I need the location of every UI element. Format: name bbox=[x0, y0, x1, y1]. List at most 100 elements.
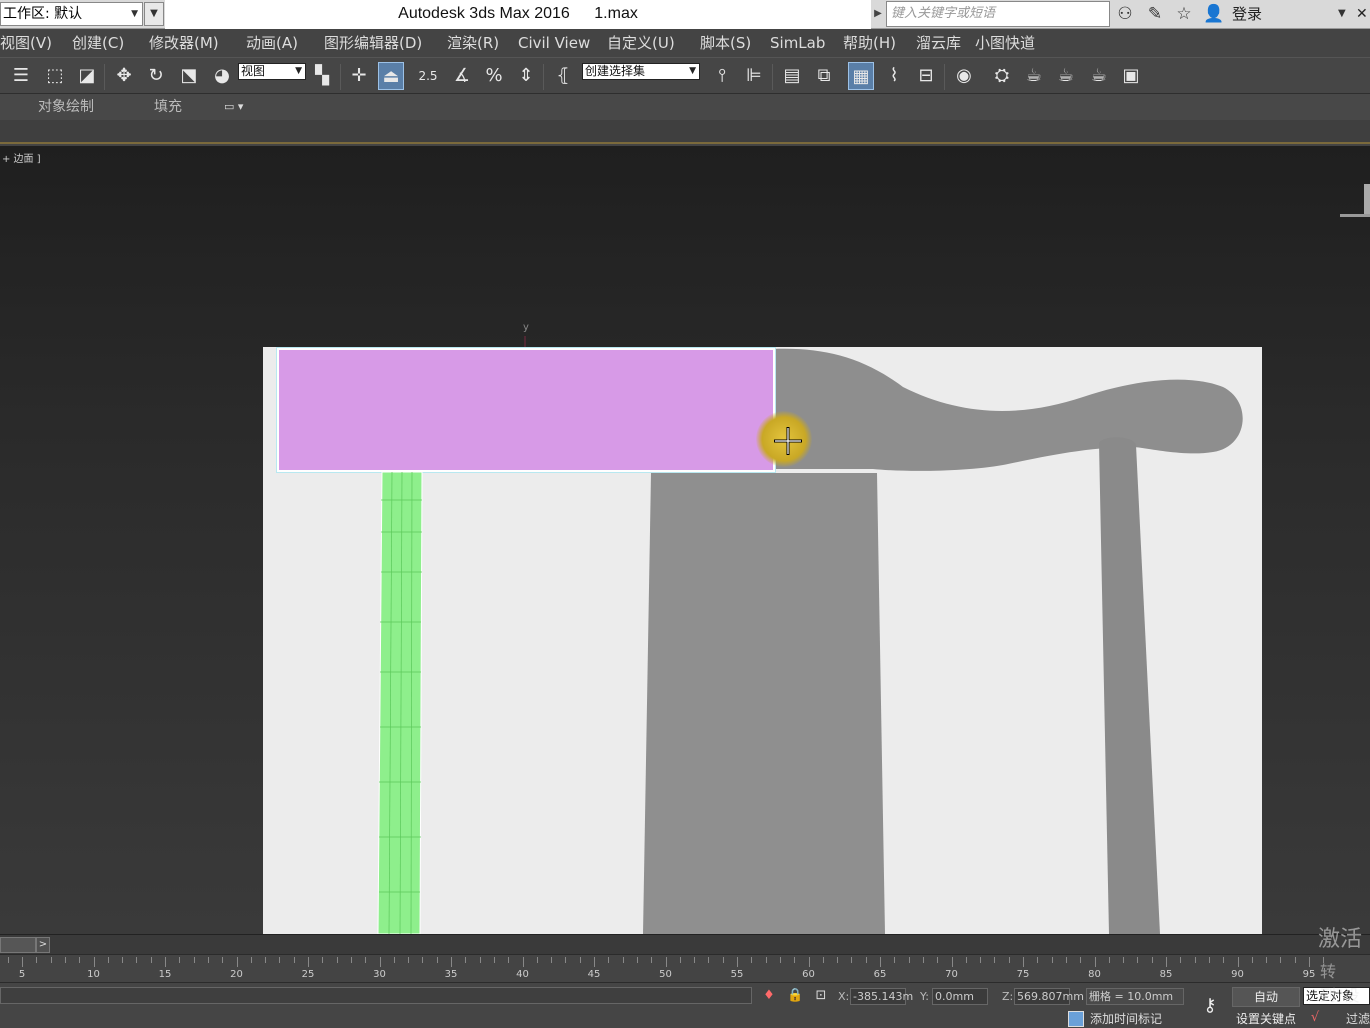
ribbon-tab-populate[interactable]: 填充 bbox=[154, 98, 182, 116]
scene-explorer-icon[interactable]: ▤ bbox=[779, 62, 805, 90]
menu-rendering[interactable]: 渲染(R) bbox=[447, 33, 499, 53]
viewport-label[interactable]: + 边面 ] bbox=[2, 150, 41, 165]
user-icon[interactable]: 👤 bbox=[1203, 3, 1225, 25]
y-coordinate-field[interactable]: 0.0mm bbox=[932, 988, 988, 1005]
move-icon[interactable]: ✥ bbox=[111, 62, 137, 90]
select-manipulate-icon[interactable]: ✛ bbox=[346, 62, 372, 90]
render-iterative-icon[interactable]: ☕ bbox=[1086, 62, 1112, 90]
menu-modifiers[interactable]: 修改器(M) bbox=[149, 33, 219, 53]
search-input[interactable]: 键入关键字或短语 bbox=[886, 1, 1110, 27]
menu-help[interactable]: 帮助(H) bbox=[843, 33, 896, 53]
menu-view[interactable]: 视图(V) bbox=[0, 33, 52, 53]
toggle-ribbon-icon[interactable]: ▦ bbox=[848, 62, 874, 90]
ribbon-tab-object-paint[interactable]: 对象绘制 bbox=[38, 98, 94, 116]
login-button[interactable]: 登录 bbox=[1232, 3, 1262, 25]
x-coordinate-field[interactable]: -385.143m bbox=[850, 988, 913, 1005]
menu-graph-editors[interactable]: 图形编辑器(D) bbox=[324, 33, 422, 53]
edit-named-selection-icon[interactable]: ⦃ bbox=[550, 62, 576, 90]
mirror-icon[interactable]: ⫯ bbox=[709, 62, 735, 90]
chevron-down-icon: ▼ bbox=[131, 9, 138, 19]
add-time-tag-button[interactable]: 添加时间标记 bbox=[1066, 1010, 1186, 1028]
align-icon[interactable]: ⊫ bbox=[741, 62, 767, 90]
timeline-tick bbox=[279, 957, 281, 963]
menu-xiaotukuaidao[interactable]: 小图快道 bbox=[975, 33, 1035, 53]
timeline-tick bbox=[551, 957, 553, 963]
timeline-tick-label: 70 bbox=[945, 969, 958, 980]
menu-civil-view[interactable]: Civil View bbox=[518, 33, 590, 53]
timeline-tick bbox=[1051, 957, 1053, 963]
render-online-icon[interactable]: ▣ bbox=[1118, 62, 1144, 90]
timeline-tick-label: 30 bbox=[373, 969, 386, 980]
key-filters-button[interactable]: 过滤 bbox=[1346, 1010, 1370, 1028]
percent-snap-icon[interactable]: % bbox=[481, 62, 507, 90]
search-expand-icon[interactable]: ▶ bbox=[871, 2, 885, 26]
z-coordinate-field[interactable]: 569.807mm bbox=[1014, 988, 1084, 1005]
key-icon[interactable]: ⚷ bbox=[1196, 995, 1224, 1016]
ribbon-minimize-icon[interactable]: ▭ ▾ bbox=[224, 99, 256, 115]
timeline-tick bbox=[980, 957, 982, 963]
app-title: Autodesk 3ds Max 2016 bbox=[398, 5, 570, 22]
timeline-tick bbox=[422, 957, 424, 963]
timeline-tick bbox=[708, 957, 710, 963]
named-selection-dropdown[interactable]: 创建选择集 ▼ bbox=[582, 63, 700, 80]
rect-selection-icon[interactable]: ⬚ bbox=[42, 62, 68, 90]
timeline-tick bbox=[594, 957, 595, 967]
viewport[interactable]: + 边面 ] y x z bbox=[0, 146, 1370, 934]
star-icon[interactable]: ☆ bbox=[1173, 3, 1195, 25]
layer-explorer-icon[interactable]: ⧉ bbox=[811, 62, 837, 90]
schematic-view-icon[interactable]: ⊟ bbox=[913, 62, 939, 90]
timeline-tick bbox=[379, 957, 381, 967]
green-leg-object[interactable] bbox=[376, 472, 426, 934]
timeline-tick-label: 55 bbox=[730, 969, 744, 980]
menu-animation[interactable]: 动画(A) bbox=[246, 33, 298, 53]
render-setup-icon[interactable]: ⛭ bbox=[989, 62, 1015, 90]
timeline-tick bbox=[250, 957, 252, 963]
selection-lock-icon[interactable]: 🔒 bbox=[787, 988, 803, 1004]
chevron-down-icon: ▼ bbox=[689, 66, 696, 76]
spinner-snap-icon[interactable]: ⇕ bbox=[513, 62, 539, 90]
snaps-toggle-icon[interactable]: 2.5 bbox=[415, 62, 441, 90]
selected-box-object[interactable] bbox=[276, 347, 776, 473]
next-frame-button[interactable]: > bbox=[36, 937, 50, 953]
menu-scripting[interactable]: 脚本(S) bbox=[700, 33, 751, 53]
scale-icon[interactable]: ⬔ bbox=[176, 62, 202, 90]
chevron-down-icon[interactable]: ▼ bbox=[1338, 3, 1346, 25]
menu-customize[interactable]: 自定义(U) bbox=[607, 33, 675, 53]
reference-coord-dropdown[interactable]: 视图 ▼ bbox=[238, 63, 306, 80]
timeline-tick bbox=[493, 957, 495, 963]
auto-key-button[interactable]: 自动 bbox=[1232, 987, 1300, 1007]
render-production-icon[interactable]: ☕ bbox=[1053, 62, 1079, 90]
menu-create[interactable]: 创建(C) bbox=[72, 33, 124, 53]
angle-snap-icon[interactable]: ∡ bbox=[449, 62, 475, 90]
maxscript-listener[interactable] bbox=[0, 987, 752, 1004]
rendered-frame-window-icon[interactable]: ☕ bbox=[1021, 62, 1047, 90]
close-icon[interactable]: ✕ bbox=[1356, 3, 1370, 25]
select-by-name-icon[interactable]: ☰ bbox=[8, 62, 34, 90]
isolate-selection-icon[interactable]: ♦ bbox=[761, 988, 777, 1004]
menu-liuyunku[interactable]: 溜云库 bbox=[916, 33, 961, 53]
timeline-tick-label: 60 bbox=[802, 969, 815, 980]
pivot-center-icon[interactable]: ▚ bbox=[309, 62, 335, 90]
placement-icon[interactable]: ◕ bbox=[209, 62, 235, 90]
rotate-icon[interactable]: ↻ bbox=[143, 62, 169, 90]
timeline-tick bbox=[808, 957, 810, 967]
set-key-button[interactable]: 设置关键点 bbox=[1232, 1010, 1300, 1028]
curve-editor-icon[interactable]: ⌇ bbox=[881, 62, 907, 90]
time-slider[interactable]: > bbox=[0, 934, 1370, 954]
absolute-mode-icon[interactable]: ⊡ bbox=[813, 988, 829, 1004]
binoculars-icon[interactable]: ⚇ bbox=[1114, 3, 1136, 25]
quick-access-menu-button[interactable]: ▼ bbox=[144, 2, 164, 26]
key-curve-icon[interactable]: √ bbox=[1304, 1010, 1326, 1028]
track-bar[interactable]: 5 10 15 20 25 30 35 40 45 50 55 60 65 70 75 80 85 90 95 bbox=[0, 954, 1370, 982]
keyboard-shortcut-override-icon[interactable]: ⏏ bbox=[378, 62, 404, 90]
viewcube-handle[interactable] bbox=[1364, 184, 1370, 214]
menu-simlab[interactable]: SimLab bbox=[770, 33, 825, 53]
timeline-tick-label: 20 bbox=[230, 969, 243, 980]
time-slider-thumb[interactable] bbox=[0, 937, 36, 953]
workspace-dropdown[interactable]: 工作区: 默认 ▼ bbox=[0, 2, 143, 26]
timeline-tick bbox=[880, 957, 881, 967]
timeline-tick bbox=[937, 957, 939, 963]
material-editor-icon[interactable]: ◉ bbox=[951, 62, 977, 90]
subscription-icon[interactable]: ✎ bbox=[1144, 3, 1166, 25]
window-crossing-icon[interactable]: ◪ bbox=[74, 62, 100, 90]
